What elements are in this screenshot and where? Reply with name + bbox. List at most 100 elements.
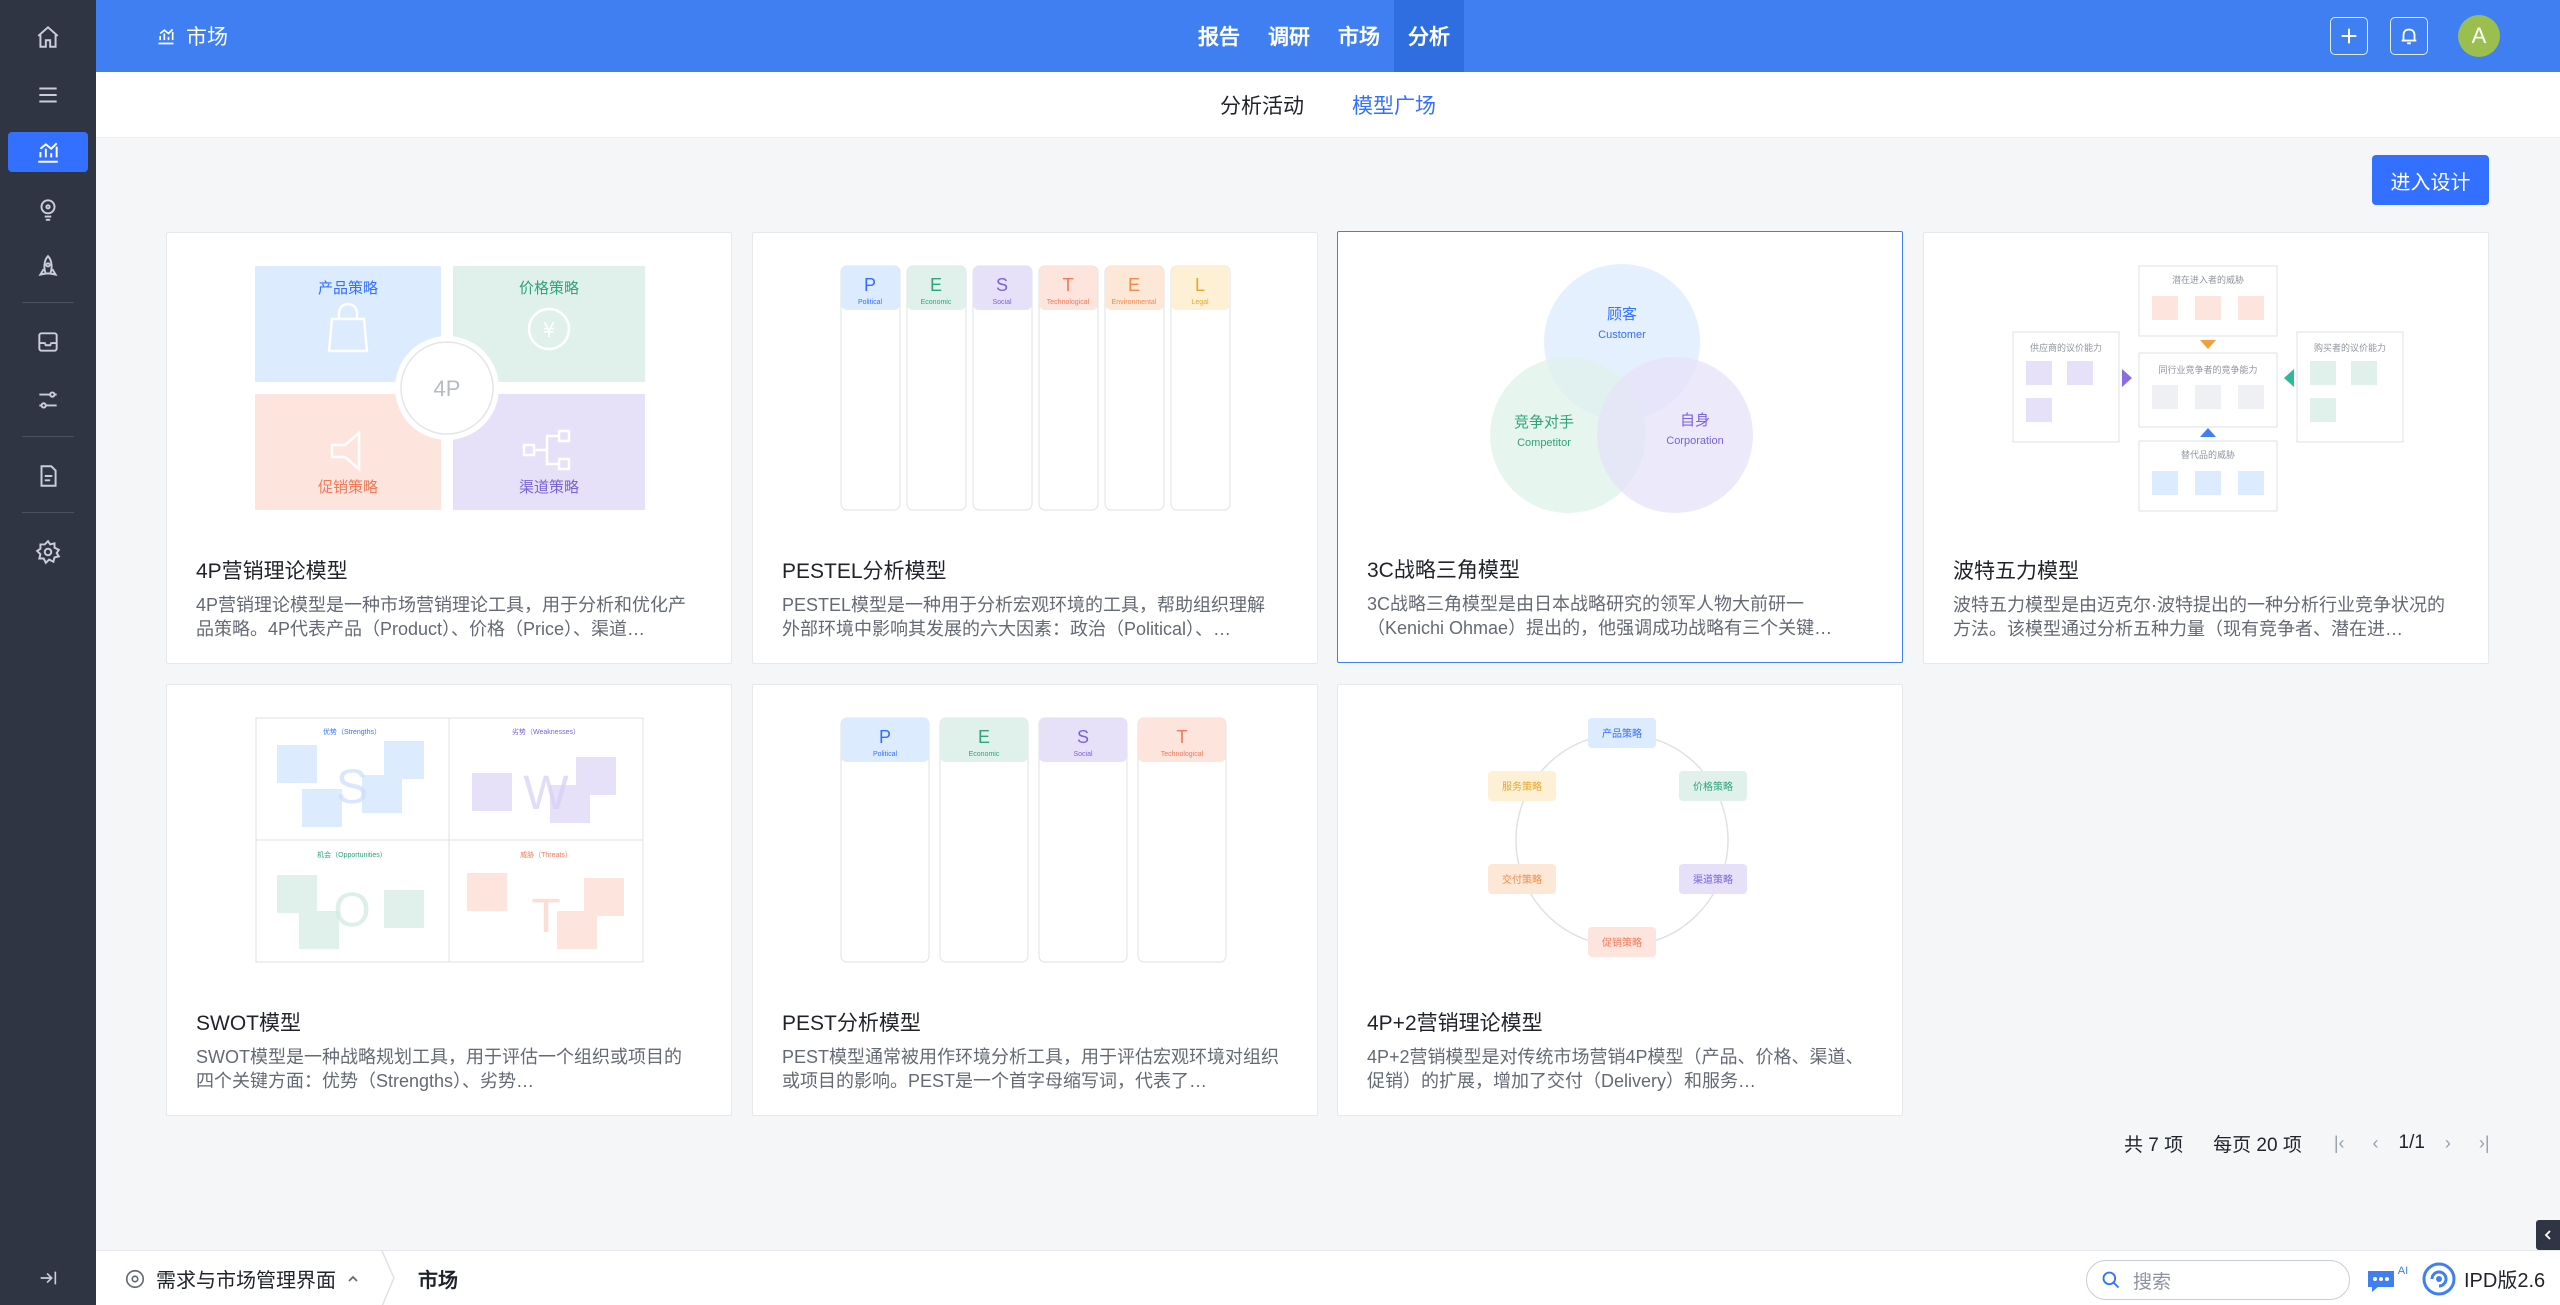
model-card-swot[interactable]: 优势（Strengths） 劣势（Weaknesses） 机会（Opportun… bbox=[166, 684, 732, 1116]
model-card-pestel[interactable]: P Political E Economic S Social T Techno… bbox=[752, 232, 1318, 664]
sub-nav: 分析活动 模型广场 bbox=[96, 72, 2560, 138]
svg-text:O: O bbox=[333, 884, 370, 937]
inbox-icon[interactable] bbox=[8, 322, 88, 362]
model-card-4p-plus-2[interactable]: 产品策略 价格策略 渠道策略 促销策略 交付策略 服务策略 4P+2营销理论模型… bbox=[1337, 684, 1903, 1116]
breadcrumb-separator bbox=[381, 1251, 395, 1305]
pestel-thumbnail: P Political E Economic S Social T Techno… bbox=[840, 265, 1231, 511]
nav-report[interactable]: 报告 bbox=[1184, 0, 1254, 72]
svg-text:W: W bbox=[523, 767, 569, 820]
rocket-icon[interactable] bbox=[8, 247, 88, 287]
last-page-icon[interactable]: ›| bbox=[2479, 1133, 2490, 1154]
svg-text:促销策略: 促销策略 bbox=[318, 479, 378, 496]
svg-text:自身: 自身 bbox=[1680, 412, 1710, 429]
gear-icon[interactable] bbox=[8, 532, 88, 572]
tab-model-square[interactable]: 模型广场 bbox=[1352, 72, 1436, 138]
collapse-sidebar-icon[interactable] bbox=[20, 1260, 76, 1296]
pagination: 共 7 项 每页 20 项 |‹ ‹ 1/1 › ›| bbox=[2124, 1128, 2490, 1158]
section-title-label: 市场 bbox=[186, 26, 228, 49]
search-input[interactable]: 搜索 bbox=[2086, 1260, 2350, 1300]
card-title: 4P营销理论模型 bbox=[196, 560, 348, 583]
notification-button[interactable] bbox=[2390, 17, 2428, 55]
avatar[interactable]: A bbox=[2458, 15, 2500, 57]
page-size-select[interactable]: 每页 20 项 bbox=[2213, 1130, 2302, 1157]
card-title: 3C战略三角模型 bbox=[1367, 559, 1520, 582]
breadcrumb-root-label: 需求与市场管理界面 bbox=[156, 1270, 336, 1292]
svg-text:Economic: Economic bbox=[921, 299, 952, 306]
settings-sliders-icon[interactable] bbox=[8, 380, 88, 420]
svg-text:P: P bbox=[864, 275, 876, 295]
nav-research[interactable]: 调研 bbox=[1254, 0, 1324, 72]
section-title: 市场 bbox=[156, 0, 228, 72]
model-card-3c[interactable]: 顾客 Customer 竞争对手 Competitor 自身 Corporati… bbox=[1337, 231, 1903, 663]
menu-icon[interactable] bbox=[8, 75, 88, 115]
svg-text:供应商的议价能力: 供应商的议价能力 bbox=[2030, 342, 2102, 353]
breadcrumb-root[interactable]: 需求与市场管理界面 bbox=[124, 1251, 360, 1305]
bell-icon bbox=[2401, 28, 2417, 45]
model-card-pest[interactable]: P Political E Economic S Social T Techno… bbox=[752, 684, 1318, 1116]
gear-icon bbox=[125, 1269, 145, 1288]
svg-text:价格策略: 价格策略 bbox=[1693, 780, 1733, 793]
model-card-porter[interactable]: 潜在进入者的威胁 供应商的议价能力 同行业竞争者的竞争能力 购买者的议价能力 替… bbox=[1923, 232, 2489, 664]
prev-page-icon[interactable]: ‹ bbox=[2373, 1133, 2379, 1154]
bulb-icon[interactable] bbox=[8, 189, 88, 229]
svg-text:Economic: Economic bbox=[969, 751, 1000, 758]
add-button[interactable] bbox=[2330, 17, 2368, 55]
version-label: IPD版2.6 bbox=[2464, 1270, 2546, 1292]
svg-text:Technological: Technological bbox=[1161, 751, 1204, 758]
svg-text:T: T bbox=[1063, 275, 1074, 295]
expand-panel-chevron-left-icon[interactable] bbox=[2536, 1220, 2560, 1250]
4p-plus-2-thumbnail: 产品策略 价格策略 渠道策略 促销策略 交付策略 服务策略 bbox=[1488, 718, 1747, 957]
total-count: 共 7 项 bbox=[2124, 1134, 2184, 1156]
svg-text:T: T bbox=[1177, 727, 1188, 747]
breadcrumb-current: 市场 bbox=[418, 1270, 458, 1292]
svg-text:服务策略: 服务策略 bbox=[1502, 780, 1542, 793]
card-title: SWOT模型 bbox=[196, 1012, 301, 1035]
left-sidebar bbox=[0, 0, 96, 1305]
card-title: 4P+2营销理论模型 bbox=[1367, 1012, 1543, 1035]
nav-analysis[interactable]: 分析 bbox=[1394, 0, 1464, 72]
next-page-icon[interactable]: › bbox=[2445, 1133, 2451, 1154]
svg-text:Political: Political bbox=[873, 751, 898, 758]
svg-text:Competitor: Competitor bbox=[1517, 437, 1571, 449]
svg-text:价格策略: 价格策略 bbox=[519, 280, 579, 297]
porter-thumbnail: 潜在进入者的威胁 供应商的议价能力 同行业竞争者的竞争能力 购买者的议价能力 替… bbox=[2012, 265, 2404, 512]
svg-text:渠道策略: 渠道策略 bbox=[1693, 873, 1733, 886]
card-title: PEST分析模型 bbox=[782, 1012, 921, 1035]
card-description: 波特五力模型是由迈克尔·波特提出的一种分析行业竞争状况的方法。该模型通过分析五种… bbox=[1953, 595, 2445, 639]
enter-design-button[interactable]: 进入设计 bbox=[2372, 155, 2489, 205]
page-indicator: 1/1 bbox=[2398, 1132, 2425, 1153]
svg-text:产品策略: 产品策略 bbox=[318, 280, 378, 297]
svg-text:L: L bbox=[1195, 275, 1205, 295]
ai-assistant-icon[interactable]: AI bbox=[2364, 1261, 2410, 1297]
card-title: PESTEL分析模型 bbox=[782, 560, 947, 583]
card-description: 4P营销理论模型是一种市场营销理论工具，用于分析和优化产品策略。4P代表产品（P… bbox=[196, 595, 687, 639]
home-icon[interactable] bbox=[8, 17, 88, 57]
search-placeholder: 搜索 bbox=[2133, 1271, 2172, 1293]
card-description: PESTEL模型是一种用于分析宏观环境的工具，帮助组织理解外部环境中影响其发展的… bbox=[782, 595, 1266, 639]
svg-text:购买者的议价能力: 购买者的议价能力 bbox=[2314, 342, 2386, 353]
tab-analysis-activity[interactable]: 分析活动 bbox=[1220, 72, 1304, 138]
svg-text:Political: Political bbox=[858, 299, 883, 306]
svg-text:潜在进入者的威胁: 潜在进入者的威胁 bbox=[2172, 274, 2244, 285]
svg-text:劣势（Weaknesses）: 劣势（Weaknesses） bbox=[512, 727, 580, 736]
plus-icon bbox=[2341, 28, 2357, 44]
svg-text:威胁（Threats）: 威胁（Threats） bbox=[520, 850, 572, 859]
market-icon bbox=[158, 28, 174, 45]
product-version: IPD版2.6 bbox=[2422, 1251, 2545, 1305]
chevron-up-icon bbox=[348, 1275, 358, 1282]
svg-text:S: S bbox=[336, 761, 368, 814]
svg-text:Customer: Customer bbox=[1598, 329, 1646, 341]
first-page-icon[interactable]: |‹ bbox=[2334, 1133, 2345, 1154]
top-nav: 报告 调研 市场 分析 bbox=[1184, 0, 1464, 72]
svg-text:T: T bbox=[531, 890, 560, 943]
document-icon[interactable] bbox=[8, 456, 88, 496]
model-card-4p[interactable]: 4P 产品策略 价格策略 促销策略 渠道策略 ¥ 4P营销理论模型 4P营销理论… bbox=[166, 232, 732, 664]
svg-text:¥: ¥ bbox=[543, 318, 556, 342]
market-chart-icon[interactable] bbox=[8, 132, 88, 172]
3c-thumbnail: 顾客 Customer 竞争对手 Competitor 自身 Corporati… bbox=[1490, 264, 1753, 513]
card-title: 波特五力模型 bbox=[1953, 560, 2079, 583]
svg-text:4P: 4P bbox=[434, 376, 461, 401]
svg-text:Corporation: Corporation bbox=[1666, 435, 1723, 447]
nav-market[interactable]: 市场 bbox=[1324, 0, 1394, 72]
svg-text:Social: Social bbox=[1073, 751, 1093, 758]
